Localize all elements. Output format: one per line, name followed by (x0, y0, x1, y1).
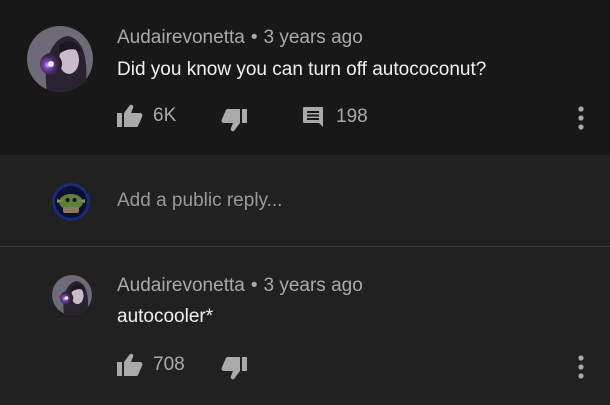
avatar-image (52, 275, 92, 315)
reply-input[interactable]: Add a public reply... (117, 190, 282, 212)
dislike-button[interactable] (221, 356, 247, 380)
thumbs-up-icon (117, 353, 143, 377)
reply-comment: Audairevonetta • 3 years ago autocooler* 7… (0, 247, 610, 405)
comment-text: autocooler* (117, 306, 214, 327)
top-comment: Audairevonetta • 3 years ago Did you know … (0, 0, 610, 155)
comment-meta: Audairevonetta • 3 years ago (117, 27, 363, 49)
user-avatar (52, 183, 90, 221)
avatar-image (27, 26, 93, 92)
more-options-button[interactable] (571, 353, 591, 381)
author-avatar[interactable] (52, 275, 92, 315)
like-count: 6K (153, 105, 177, 126)
meta-separator: • (250, 27, 258, 48)
user-avatar-image (52, 183, 90, 221)
reply-composer: Add a public reply... (0, 155, 610, 247)
comment-timestamp[interactable]: 3 years ago (263, 275, 362, 296)
author-avatar[interactable] (27, 26, 93, 92)
dislike-button[interactable] (221, 108, 247, 132)
like-button[interactable]: 708 (117, 353, 185, 377)
more-vert-icon (578, 106, 584, 130)
thumbs-down-icon (221, 356, 247, 380)
reply-icon (302, 106, 324, 128)
author-name[interactable]: Audairevonetta (117, 275, 245, 296)
comment-timestamp[interactable]: 3 years ago (263, 27, 362, 48)
thumbs-up-icon (117, 104, 143, 128)
like-button[interactable]: 6K (117, 104, 176, 128)
reply-count: 198 (336, 106, 368, 127)
replies-button[interactable]: 198 (302, 106, 368, 128)
meta-separator: • (250, 275, 258, 296)
like-count: 708 (153, 354, 185, 375)
comment-text: Did you know you can turn off autococonu… (117, 59, 487, 80)
author-name[interactable]: Audairevonetta (117, 27, 245, 48)
comment-meta: Audairevonetta • 3 years ago (117, 275, 363, 297)
thumbs-down-icon (221, 108, 247, 132)
more-options-button[interactable] (571, 104, 591, 132)
more-vert-icon (578, 355, 584, 379)
